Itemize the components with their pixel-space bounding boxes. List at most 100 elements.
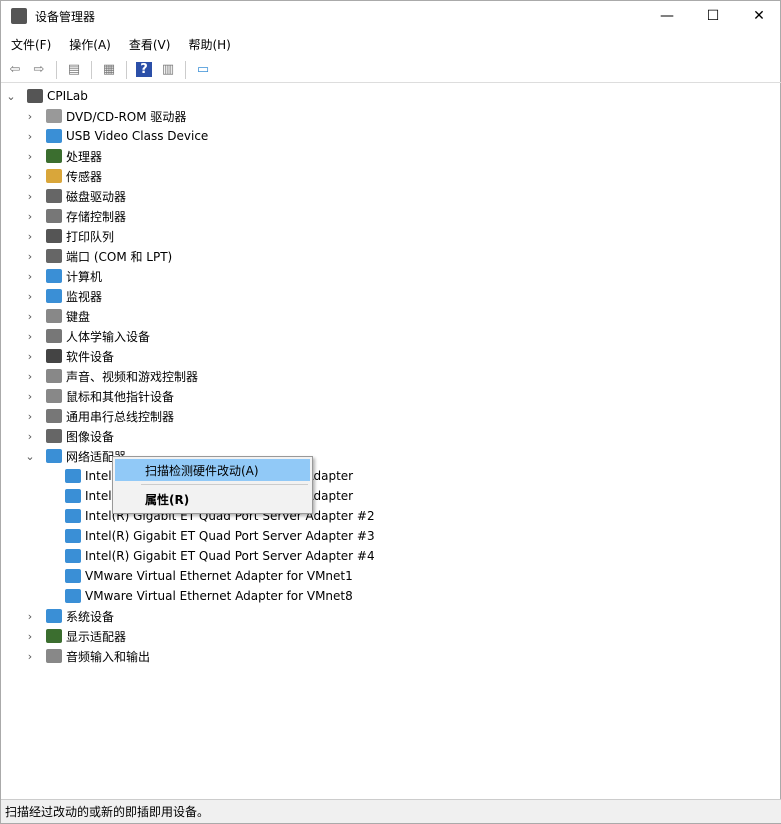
device-icon: [46, 609, 62, 623]
device-icon: [46, 149, 62, 163]
menu-file[interactable]: 文件(F): [1, 36, 59, 53]
tree-category[interactable]: › 系统设备: [28, 606, 115, 626]
properties-button[interactable]: ▦: [99, 60, 119, 80]
device-icon: [46, 349, 62, 363]
device-icon: [65, 489, 81, 503]
run-icon: ▥: [161, 62, 175, 77]
properties-item[interactable]: 属性(R): [115, 488, 310, 510]
run-button[interactable]: ▥: [158, 60, 178, 80]
tree-category[interactable]: › 监视器: [28, 286, 102, 306]
tree-item-label: 端口 (COM 和 LPT): [66, 249, 173, 264]
tree-category[interactable]: › DVD/CD-ROM 驱动器: [28, 106, 187, 126]
device-icon: [46, 289, 62, 303]
toolbar: ⇦ ⇨ ▤ ▦? ▥ ▭: [1, 57, 781, 83]
help-button[interactable]: ?: [134, 60, 154, 80]
expand-chevron-icon[interactable]: ›: [24, 210, 36, 223]
tree-item-label: 鼠标和其他指针设备: [66, 389, 175, 404]
device-icon: [46, 309, 62, 323]
expand-chevron-icon[interactable]: ›: [24, 410, 36, 423]
tree-category[interactable]: › USB Video Class Device: [28, 126, 208, 146]
show-hide-tree-button[interactable]: ▤: [64, 60, 84, 80]
toolbar-separator: [56, 60, 57, 79]
expand-chevron-icon[interactable]: ›: [24, 330, 36, 343]
tree-category[interactable]: › 打印队列: [28, 226, 114, 246]
device-icon: [65, 549, 81, 563]
expand-chevron-icon[interactable]: ›: [24, 310, 36, 323]
expand-chevron-icon[interactable]: ›: [24, 190, 36, 203]
tree-category[interactable]: › 存储控制器: [28, 206, 126, 226]
expand-chevron-icon[interactable]: ›: [24, 170, 36, 183]
expand-chevron-icon[interactable]: ›: [24, 630, 36, 643]
device-icon: [46, 429, 62, 443]
tree-item-label: 磁盘驱动器: [66, 189, 127, 204]
network-adapter-item[interactable]: Intel(R) Gigabit ET Quad Port Server Ada…: [65, 546, 375, 566]
tree-category[interactable]: › 显示适配器: [28, 626, 126, 646]
tree-category[interactable]: › 计算机: [28, 266, 102, 286]
close-button[interactable]: ✕: [736, 1, 781, 31]
device-icon: [46, 389, 62, 403]
expand-chevron-icon[interactable]: ›: [24, 290, 36, 303]
tree-category[interactable]: › 通用串行总线控制器: [28, 406, 175, 426]
expand-chevron-icon[interactable]: ›: [24, 270, 36, 283]
expand-chevron-icon[interactable]: ›: [24, 390, 36, 403]
expand-chevron-icon[interactable]: ›: [24, 230, 36, 243]
network-adapter-item[interactable]: VMware Virtual Ethernet Adapter for VMne…: [65, 566, 353, 586]
tree-category[interactable]: › 音频输入和输出: [28, 646, 150, 666]
minimize-button[interactable]: —: [644, 1, 690, 31]
collapse-chevron-icon[interactable]: ⌄: [5, 90, 17, 103]
expand-chevron-icon[interactable]: ›: [24, 130, 36, 143]
tree-item-label: 软件设备: [66, 349, 115, 364]
title-bar: 设备管理器 — ☐ ✕: [1, 1, 781, 31]
tree-category[interactable]: › 传感器: [28, 166, 103, 186]
tree-item-label: 通用串行总线控制器: [66, 409, 175, 424]
device-icon: [65, 469, 81, 483]
tree-item-label: VMware Virtual Ethernet Adapter for VMne…: [85, 589, 353, 603]
expand-chevron-icon[interactable]: ›: [24, 650, 36, 663]
menu-help[interactable]: 帮助(H): [178, 36, 238, 53]
tree-item-label: 声音、视频和游戏控制器: [66, 369, 199, 384]
tree-item-label: 系统设备: [66, 609, 115, 624]
back-button[interactable]: ⇦: [5, 60, 25, 80]
tree-item-label: DVD/CD-ROM 驱动器: [66, 109, 187, 124]
maximize-button[interactable]: ☐: [690, 1, 736, 31]
tree-category[interactable]: › 端口 (COM 和 LPT): [28, 246, 173, 266]
tree-category[interactable]: › 图像设备: [28, 426, 115, 446]
tree-item-label: 图像设备: [66, 429, 115, 444]
tree-category[interactable]: › 声音、视频和游戏控制器: [28, 366, 199, 386]
device-icon: [46, 189, 62, 203]
window-title: 设备管理器: [35, 9, 96, 24]
toolbar-separator: [91, 60, 92, 79]
scan-hardware-changes-item[interactable]: 扫描检测硬件改动(A): [115, 459, 310, 481]
tree-category[interactable]: › 人体学输入设备: [28, 326, 150, 346]
tree-item-label: CPILab: [47, 89, 88, 103]
expand-chevron-icon[interactable]: ›: [24, 370, 36, 383]
expand-chevron-icon[interactable]: ›: [24, 610, 36, 623]
expand-chevron-icon[interactable]: ›: [24, 250, 36, 263]
tree-category[interactable]: › 磁盘驱动器: [28, 186, 127, 206]
expand-chevron-icon[interactable]: ›: [24, 110, 36, 123]
monitor-button[interactable]: ▭: [193, 60, 213, 80]
tree-root[interactable]: ⌄ CPILab: [6, 86, 88, 106]
tree-category[interactable]: › 处理器: [28, 146, 102, 166]
expand-chevron-icon[interactable]: ›: [24, 350, 36, 363]
device-icon: [46, 409, 62, 423]
tree-item-label: 传感器: [66, 169, 103, 184]
menu-view[interactable]: 查看(V): [119, 36, 179, 53]
status-bar: 扫描经过改动的或新的即插即用设备。: [1, 799, 781, 823]
tree-item-label: Intel(R) Gigabit ET Quad Port Server Ada…: [85, 549, 375, 563]
forward-button[interactable]: ⇨: [29, 60, 49, 80]
menu-divider: [141, 484, 308, 485]
network-adapter-item[interactable]: Intel(R) Gigabit ET Quad Port Server Ada…: [65, 526, 375, 546]
tree-category[interactable]: › 键盘: [28, 306, 90, 326]
tree-category[interactable]: › 软件设备: [28, 346, 115, 366]
back-icon: ⇦: [9, 62, 21, 77]
device-icon: [65, 509, 81, 523]
tree-item-label: VMware Virtual Ethernet Adapter for VMne…: [85, 569, 353, 583]
device-icon: [46, 269, 62, 283]
expand-chevron-icon[interactable]: ›: [24, 430, 36, 443]
menu-action[interactable]: 操作(A): [59, 36, 119, 53]
tree-category[interactable]: › 鼠标和其他指针设备: [28, 386, 175, 406]
expand-chevron-icon[interactable]: ›: [24, 150, 36, 163]
network-adapter-item[interactable]: VMware Virtual Ethernet Adapter for VMne…: [65, 586, 353, 606]
collapse-chevron-icon[interactable]: ⌄: [24, 450, 36, 463]
